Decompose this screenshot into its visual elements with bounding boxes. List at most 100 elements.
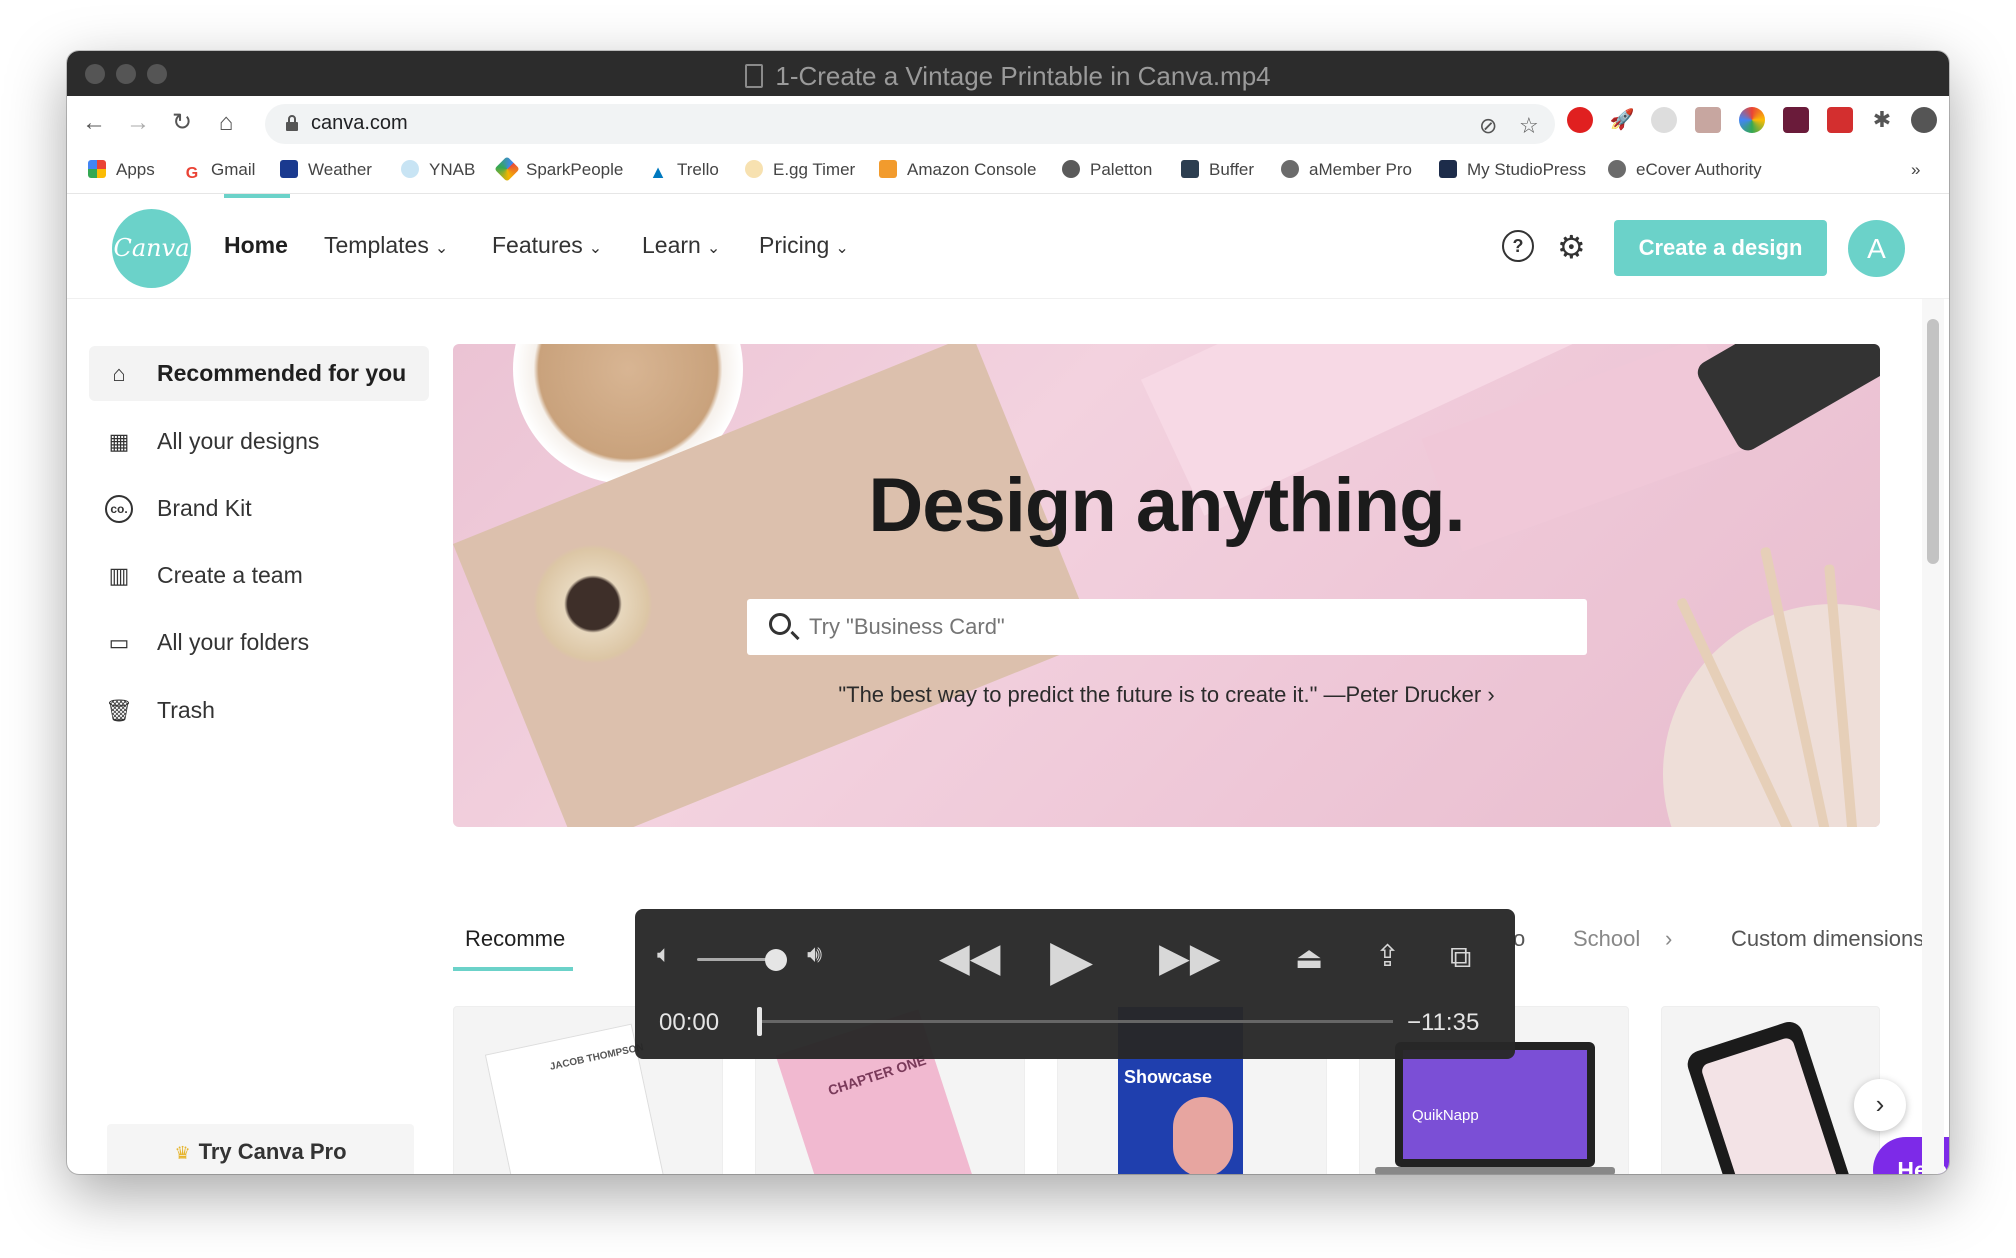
bookmark-star-icon[interactable]: ☆ bbox=[1519, 113, 1539, 139]
grid-icon: ▦ bbox=[108, 429, 130, 454]
back-icon[interactable]: ← bbox=[79, 108, 109, 138]
trello-icon: ▲ bbox=[649, 162, 667, 182]
sparkpeople-icon bbox=[494, 156, 520, 182]
ynab-tree-icon bbox=[401, 160, 419, 178]
bookmark-trello[interactable]: ▲ Trello bbox=[649, 160, 719, 181]
apps-grid-icon bbox=[88, 160, 106, 178]
playback-progress-bar[interactable] bbox=[759, 1020, 1393, 1023]
bookmark-ynab[interactable]: YNAB bbox=[401, 160, 475, 180]
home-browser-icon[interactable]: ⌂ bbox=[211, 108, 241, 138]
search-input[interactable] bbox=[809, 614, 1549, 640]
bookmark-gmail[interactable]: G Gmail bbox=[183, 160, 255, 183]
ext-bird-icon[interactable] bbox=[1651, 107, 1677, 133]
team-icon: ▥ bbox=[108, 563, 130, 588]
help-circle-icon[interactable]: ? bbox=[1502, 230, 1534, 262]
bookmark-paletton[interactable]: Paletton bbox=[1062, 160, 1152, 180]
google-icon: G bbox=[183, 165, 201, 183]
current-time: 00:00 bbox=[659, 1009, 720, 1036]
tab-custom-dimensions[interactable]: Custom dimensions bbox=[1731, 926, 1924, 952]
amazon-box-icon bbox=[879, 160, 897, 178]
bookmark-amazon-console[interactable]: Amazon Console bbox=[879, 160, 1036, 180]
sidebar-item-create-team[interactable]: ▥ Create a team bbox=[89, 548, 429, 603]
bookmark-amember[interactable]: aMember Pro bbox=[1281, 160, 1412, 180]
window-title: 1-Create a Vintage Printable in Canva.mp… bbox=[67, 61, 1949, 92]
trash-icon: 🗑 bbox=[105, 698, 133, 723]
hero-quote-link[interactable]: "The best way to predict the future is t… bbox=[453, 682, 1880, 708]
remaining-time: −11:35 bbox=[1407, 1009, 1480, 1036]
ext-opera-icon[interactable] bbox=[1567, 107, 1593, 133]
ext-color-icon[interactable] bbox=[1739, 107, 1765, 133]
template-card-phone[interactable] bbox=[1661, 1006, 1880, 1174]
reload-icon[interactable]: ↻ bbox=[167, 108, 197, 138]
rewind-icon[interactable]: ◀◀ bbox=[939, 935, 1001, 981]
picture-in-picture-icon[interactable]: ⧉ bbox=[1450, 941, 1471, 975]
active-nav-indicator bbox=[224, 194, 290, 198]
bookmark-sparkpeople[interactable]: SparkPeople bbox=[494, 156, 623, 182]
app-window: 1-Create a Vintage Printable in Canva.mp… bbox=[67, 51, 1949, 1174]
profile-icon[interactable] bbox=[1911, 107, 1937, 133]
bookmark-studiopress[interactable]: My StudioPress bbox=[1439, 160, 1586, 180]
nav-learn[interactable]: Learn ⌄ bbox=[642, 232, 720, 259]
create-design-button[interactable]: Create a design bbox=[1614, 220, 1827, 276]
page-scrollbar[interactable] bbox=[1922, 299, 1944, 1174]
hidden-eye-icon[interactable]: ⊘ bbox=[1479, 113, 1497, 139]
video-player-controls: 🔈︎ 🔊︎ ◀◀ ▶ ▶▶ ⏏ ⇪ ⧉ 00:00 −11:35 bbox=[635, 909, 1515, 1059]
address-bar[interactable]: canva.com ⊘ ☆ bbox=[265, 104, 1555, 144]
fast-forward-icon[interactable]: ▶▶ bbox=[1159, 935, 1221, 981]
sidebar-item-all-designs[interactable]: ▦ All your designs bbox=[89, 414, 429, 469]
nav-pricing[interactable]: Pricing ⌄ bbox=[759, 232, 849, 259]
playback-scrubber[interactable] bbox=[757, 1007, 762, 1036]
chevron-down-icon: ⌄ bbox=[434, 240, 449, 257]
try-canva-pro-button[interactable]: ♛ Try Canva Pro bbox=[107, 1124, 414, 1174]
hero-title: Design anything. bbox=[868, 463, 1465, 548]
sidebar-item-trash[interactable]: 🗑 Trash bbox=[89, 683, 429, 738]
window-title-text: 1-Create a Vintage Printable in Canva.mp… bbox=[775, 61, 1271, 91]
volume-slider-knob[interactable] bbox=[765, 949, 788, 971]
nav-home[interactable]: Home bbox=[224, 232, 288, 259]
url-text: canva.com bbox=[311, 112, 408, 134]
cards-next-icon[interactable]: › bbox=[1854, 1079, 1906, 1131]
volume-low-icon[interactable]: 🔈︎ bbox=[657, 941, 671, 969]
canva-logo[interactable]: Canva bbox=[112, 209, 191, 288]
sidebar-item-label: Create a team bbox=[157, 562, 303, 588]
bookmark-ecover[interactable]: eCover Authority bbox=[1608, 160, 1762, 180]
volume-high-icon[interactable]: 🔊︎ bbox=[807, 941, 822, 969]
bookmark-buffer[interactable]: Buffer bbox=[1181, 160, 1254, 180]
home-icon: ⌂ bbox=[112, 361, 126, 386]
sidebar-item-folders[interactable]: ▭ All your folders bbox=[89, 615, 429, 670]
gear-icon[interactable]: ⚙ bbox=[1557, 228, 1586, 266]
design-search[interactable] bbox=[747, 599, 1587, 655]
more-bookmarks-icon[interactable]: » bbox=[1911, 160, 1920, 180]
tab-recommended[interactable]: Recomme bbox=[465, 926, 565, 952]
bookmark-apps[interactable]: Apps bbox=[88, 160, 155, 180]
laptop-base bbox=[1375, 1167, 1615, 1174]
sidebar-item-recommended[interactable]: ⌂ Recommended for you bbox=[89, 346, 429, 401]
bookmarks-bar: Apps G Gmail Weather YNAB SparkPeople ▲ Tr… bbox=[67, 152, 1949, 194]
laptop-screen bbox=[1403, 1050, 1587, 1159]
ext-calendar-icon[interactable] bbox=[1827, 107, 1853, 133]
forward-icon[interactable]: → bbox=[123, 108, 153, 138]
sidebar-item-brand-kit[interactable]: co. Brand Kit bbox=[89, 481, 429, 536]
ext-square-icon[interactable] bbox=[1783, 107, 1809, 133]
nav-templates[interactable]: Templates ⌄ bbox=[324, 232, 448, 259]
play-icon[interactable]: ▶ bbox=[1050, 927, 1093, 993]
airplay-icon[interactable]: ⏏ bbox=[1295, 941, 1323, 976]
bookmark-weather[interactable]: Weather bbox=[280, 160, 372, 180]
tab-school[interactable]: School bbox=[1573, 926, 1640, 952]
bookmark-egg-timer[interactable]: E.gg Timer bbox=[745, 160, 855, 180]
ext-pdf-icon[interactable] bbox=[1695, 107, 1721, 133]
share-icon[interactable]: ⇪ bbox=[1375, 939, 1400, 974]
avatar[interactable]: A bbox=[1848, 220, 1905, 277]
tabs-scroll-right-icon[interactable]: › bbox=[1665, 926, 1672, 952]
scrollbar-thumb[interactable] bbox=[1927, 319, 1939, 564]
egg-timer-icon bbox=[745, 160, 763, 178]
nav-features[interactable]: Features ⌄ bbox=[492, 232, 602, 259]
card-label: Showcase bbox=[1124, 1067, 1213, 1087]
extensions-puzzle-icon[interactable]: ✱ bbox=[1869, 107, 1895, 133]
lock-icon bbox=[286, 115, 298, 131]
hero-banner: Design anything. "The best way to predic… bbox=[453, 344, 1880, 827]
ext-rocket-icon[interactable]: 🚀 bbox=[1609, 107, 1635, 133]
folder-icon: ▭ bbox=[108, 630, 130, 655]
sidebar: ⌂ Recommended for you ▦ All your designs… bbox=[67, 299, 429, 1174]
search-icon bbox=[769, 613, 791, 635]
